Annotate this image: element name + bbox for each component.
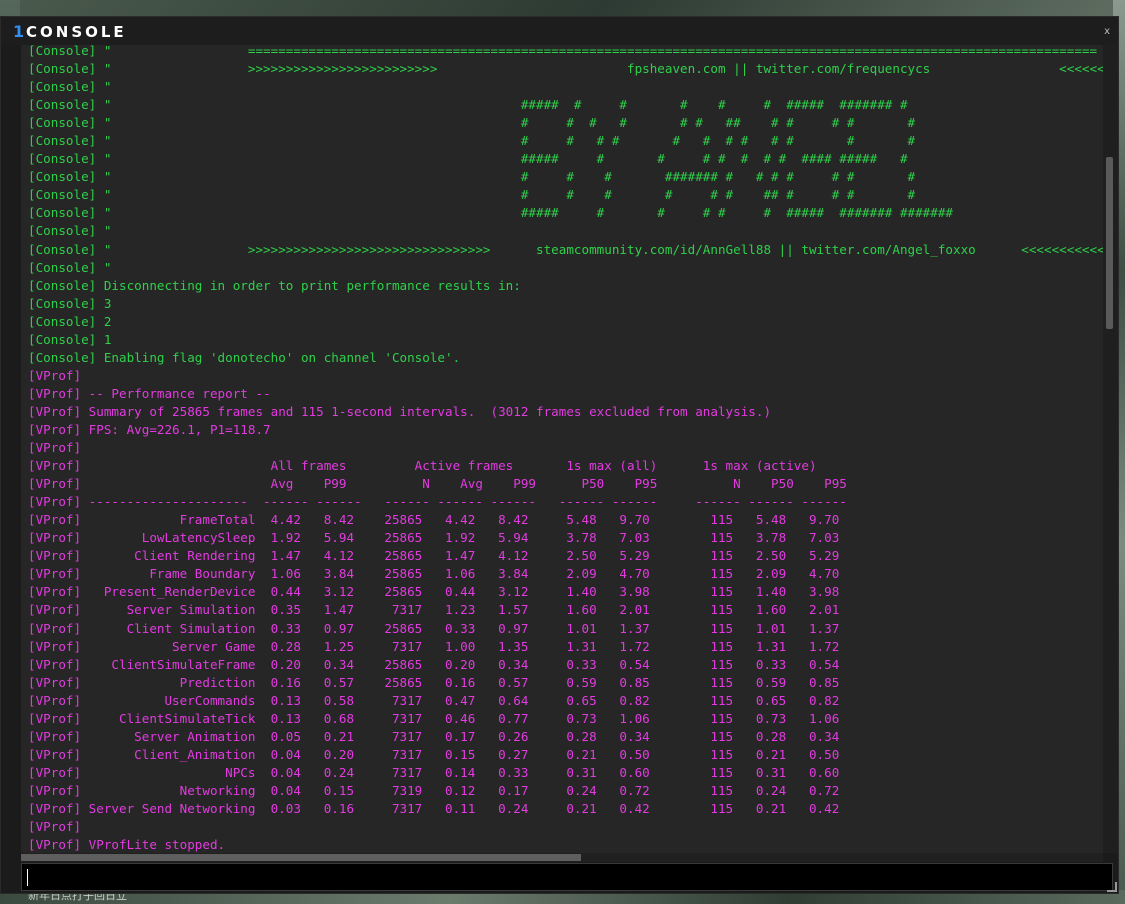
vprof-line: [VProf] VProfLite stopped. — [28, 837, 226, 853]
console-line: [Console] " ##### # # # # # ##### ######… — [28, 97, 908, 113]
horizontal-scroll-thumb[interactable] — [21, 854, 581, 861]
console-line: [Console] Enabling flag 'donotecho' on c… — [28, 349, 461, 365]
vertical-scroll-thumb[interactable] — [1106, 157, 1113, 329]
console-line: [Console] 3 — [28, 295, 112, 311]
vprof-line: [VProf] FPS: Avg=226.1, P1=118.7 — [28, 421, 271, 437]
console-line: [Console] 1 — [28, 331, 112, 347]
vprof-line: [VProf] Frame Boundary 1.06 3.84 25865 1… — [28, 566, 840, 582]
window-title: CONSOLE — [26, 23, 127, 41]
console-lines: [Console] " ============================… — [28, 45, 1103, 853]
title-number: 1 — [13, 22, 25, 41]
console-line: [Console] " ##### # # # # # ##### ######… — [28, 205, 954, 221]
text-cursor — [27, 869, 28, 886]
vprof-line: [VProf] -- Performance report -- — [28, 385, 271, 401]
vprof-line: [VProf] LowLatencySleep 1.92 5.94 25865 … — [28, 530, 840, 546]
console-line: [Console] " — [28, 259, 112, 275]
resize-grip-icon[interactable] — [1107, 882, 1117, 892]
vprof-line: [VProf] Avg P99 N Avg P99 P50 P95 N P50 … — [28, 476, 847, 492]
vprof-line: [VProf] Client_Animation 0.04 0.20 7317 … — [28, 746, 840, 762]
vprof-line: [VProf] — [28, 367, 82, 383]
vprof-line: [VProf] — [28, 440, 82, 456]
vprof-line: [VProf] --------------------- ------ ---… — [28, 494, 847, 510]
console-output[interactable]: [Console] " ============================… — [21, 45, 1103, 853]
vprof-line: [VProf] ClientSimulateTick 0.13 0.68 731… — [28, 710, 840, 726]
vprof-line: [VProf] Server Simulation 0.35 1.47 7317… — [28, 602, 840, 618]
console-line: [Console] " # # # # # # ## # # # # — [28, 187, 916, 203]
console-line: [Console] " ##### # # # # # # # #### ###… — [28, 151, 908, 167]
console-window: 1 CONSOLE x [Console] " ================… — [0, 16, 1119, 894]
console-line: [Console] " — [28, 223, 112, 239]
console-line: [Console] " ============================… — [28, 45, 1098, 58]
vprof-line: [VProf] FrameTotal 4.42 8.42 25865 4.42 … — [28, 512, 840, 528]
vprof-line: [VProf] Networking 0.04 0.15 7319 0.12 0… — [28, 782, 840, 798]
vprof-line: [VProf] NPCs 0.04 0.24 7317 0.14 0.33 0.… — [28, 764, 840, 780]
title-bar[interactable]: 1 CONSOLE x — [1, 17, 1118, 45]
console-line: [Console] " >>>>>>>>>>>>>>>>>>>>>>>>>>>>… — [28, 241, 1103, 257]
console-line: [Console] 2 — [28, 313, 112, 329]
console-line: [Console] Disconnecting in order to prin… — [28, 277, 521, 293]
vprof-line: [VProf] — [28, 819, 82, 835]
vprof-line: [VProf] Client Simulation 0.33 0.97 2586… — [28, 620, 840, 636]
vprof-line: [VProf] Client Rendering 1.47 4.12 25865… — [28, 548, 840, 564]
vprof-line: [VProf] All frames Active frames 1s max … — [28, 458, 817, 474]
console-input[interactable] — [21, 863, 1113, 891]
horizontal-scrollbar[interactable] — [21, 853, 1103, 862]
vprof-line: [VProf] Present_RenderDevice 0.44 3.12 2… — [28, 584, 840, 600]
console-line: [Console] " — [28, 79, 112, 95]
vprof-line: [VProf] ClientSimulateFrame 0.20 0.34 25… — [28, 656, 840, 672]
close-button[interactable]: x — [1104, 26, 1110, 37]
console-line: [Console] " # # # # # # ## # # # # # — [28, 115, 916, 131]
console-line: [Console] " >>>>>>>>>>>>>>>>>>>>>>>>> fp… — [28, 61, 1103, 77]
vprof-line: [VProf] UserCommands 0.13 0.58 7317 0.47… — [28, 692, 840, 708]
vprof-line: [VProf] Server Send Networking 0.03 0.16… — [28, 800, 840, 816]
vprof-line: [VProf] Server Game 0.28 1.25 7317 1.00 … — [28, 638, 840, 654]
vprof-line: [VProf] Server Animation 0.05 0.21 7317 … — [28, 728, 840, 744]
vprof-line: [VProf] Prediction 0.16 0.57 25865 0.16 … — [28, 674, 840, 690]
vertical-scrollbar[interactable] — [1103, 45, 1118, 853]
console-line: [Console] " # # # # # # # # # # # # — [28, 133, 916, 149]
console-line: [Console] " # # # ####### # # # # # # # — [28, 169, 916, 185]
vprof-line: [VProf] Summary of 25865 frames and 115 … — [28, 403, 772, 419]
